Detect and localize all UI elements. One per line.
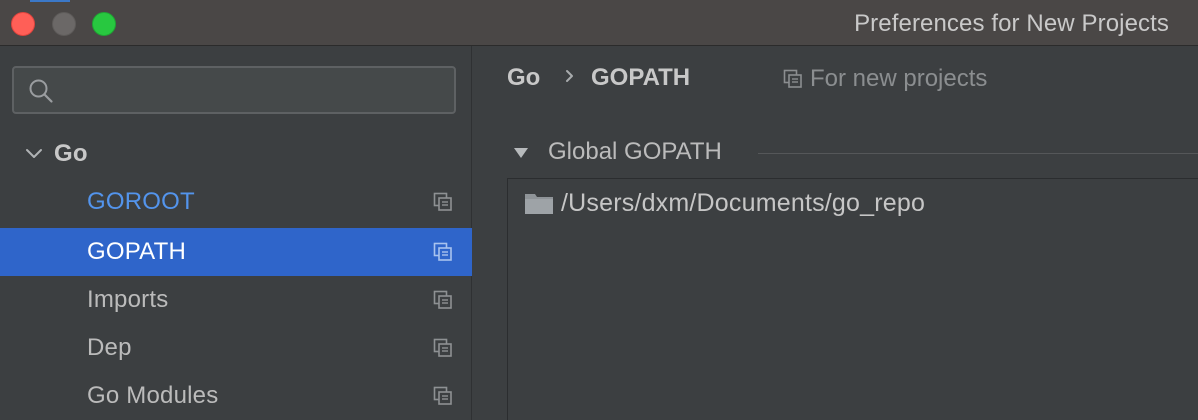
sidebar-item-label: Dep: [87, 334, 132, 361]
section-title: Global GOPATH: [548, 138, 722, 165]
project-scope-icon: [433, 192, 452, 211]
sidebar-item-dep[interactable]: Dep: [0, 324, 472, 372]
title-bar-accent: [30, 0, 70, 2]
scope-label: For new projects: [810, 65, 988, 92]
triangle-down-icon[interactable]: [513, 147, 529, 159]
zoom-window-button[interactable]: [92, 12, 116, 36]
project-scope-icon: [433, 242, 452, 261]
settings-sidebar: Go GOROOT GOPATH Imports Dep Go Modules: [0, 46, 472, 420]
sidebar-item-imports[interactable]: Imports: [0, 276, 472, 324]
chevron-right-icon: [566, 70, 573, 82]
project-scope-icon: [433, 290, 452, 309]
close-window-button[interactable]: [11, 12, 35, 36]
sidebar-item-label: Go Modules: [87, 382, 219, 409]
list-item[interactable]: /Users/dxm/Documents/go_repo: [508, 179, 1198, 227]
breadcrumb-current: GOPATH: [591, 64, 691, 91]
tree-group-go[interactable]: Go: [0, 130, 472, 178]
sidebar-item-label: GOROOT: [87, 188, 195, 215]
sidebar-item-go-modules[interactable]: Go Modules: [0, 372, 472, 420]
breadcrumb-root[interactable]: Go: [507, 64, 540, 92]
gopath-list[interactable]: /Users/dxm/Documents/go_repo: [507, 178, 1198, 420]
project-scope-icon: [433, 338, 452, 357]
sidebar-item-label: GOPATH: [87, 238, 186, 265]
title-bar: Preferences for New Projects: [0, 0, 1198, 46]
path-value: /Users/dxm/Documents/go_repo: [561, 189, 926, 217]
settings-content-panel: Go GOPATH For new projects Global GOPATH: [473, 46, 1198, 420]
settings-search-input[interactable]: [64, 74, 448, 108]
preferences-window: Preferences for New Projects Go GOROOT G…: [0, 0, 1198, 420]
section-divider: [758, 153, 1198, 154]
tree-group-label: Go: [54, 140, 88, 167]
sidebar-item-goroot[interactable]: GOROOT: [0, 178, 472, 226]
window-title: Preferences for New Projects: [854, 10, 1169, 37]
project-scope-icon: [783, 69, 802, 88]
sidebar-item-gopath[interactable]: GOPATH: [0, 228, 472, 276]
minimize-window-button[interactable]: [52, 12, 76, 36]
chevron-down-icon[interactable]: [24, 144, 44, 164]
project-scope-icon: [433, 386, 452, 405]
sidebar-item-label: Imports: [87, 286, 169, 313]
settings-search-box[interactable]: [12, 66, 456, 114]
section-global-gopath[interactable]: Global GOPATH: [513, 138, 1198, 168]
folder-icon: [525, 194, 553, 214]
search-icon: [29, 79, 53, 103]
